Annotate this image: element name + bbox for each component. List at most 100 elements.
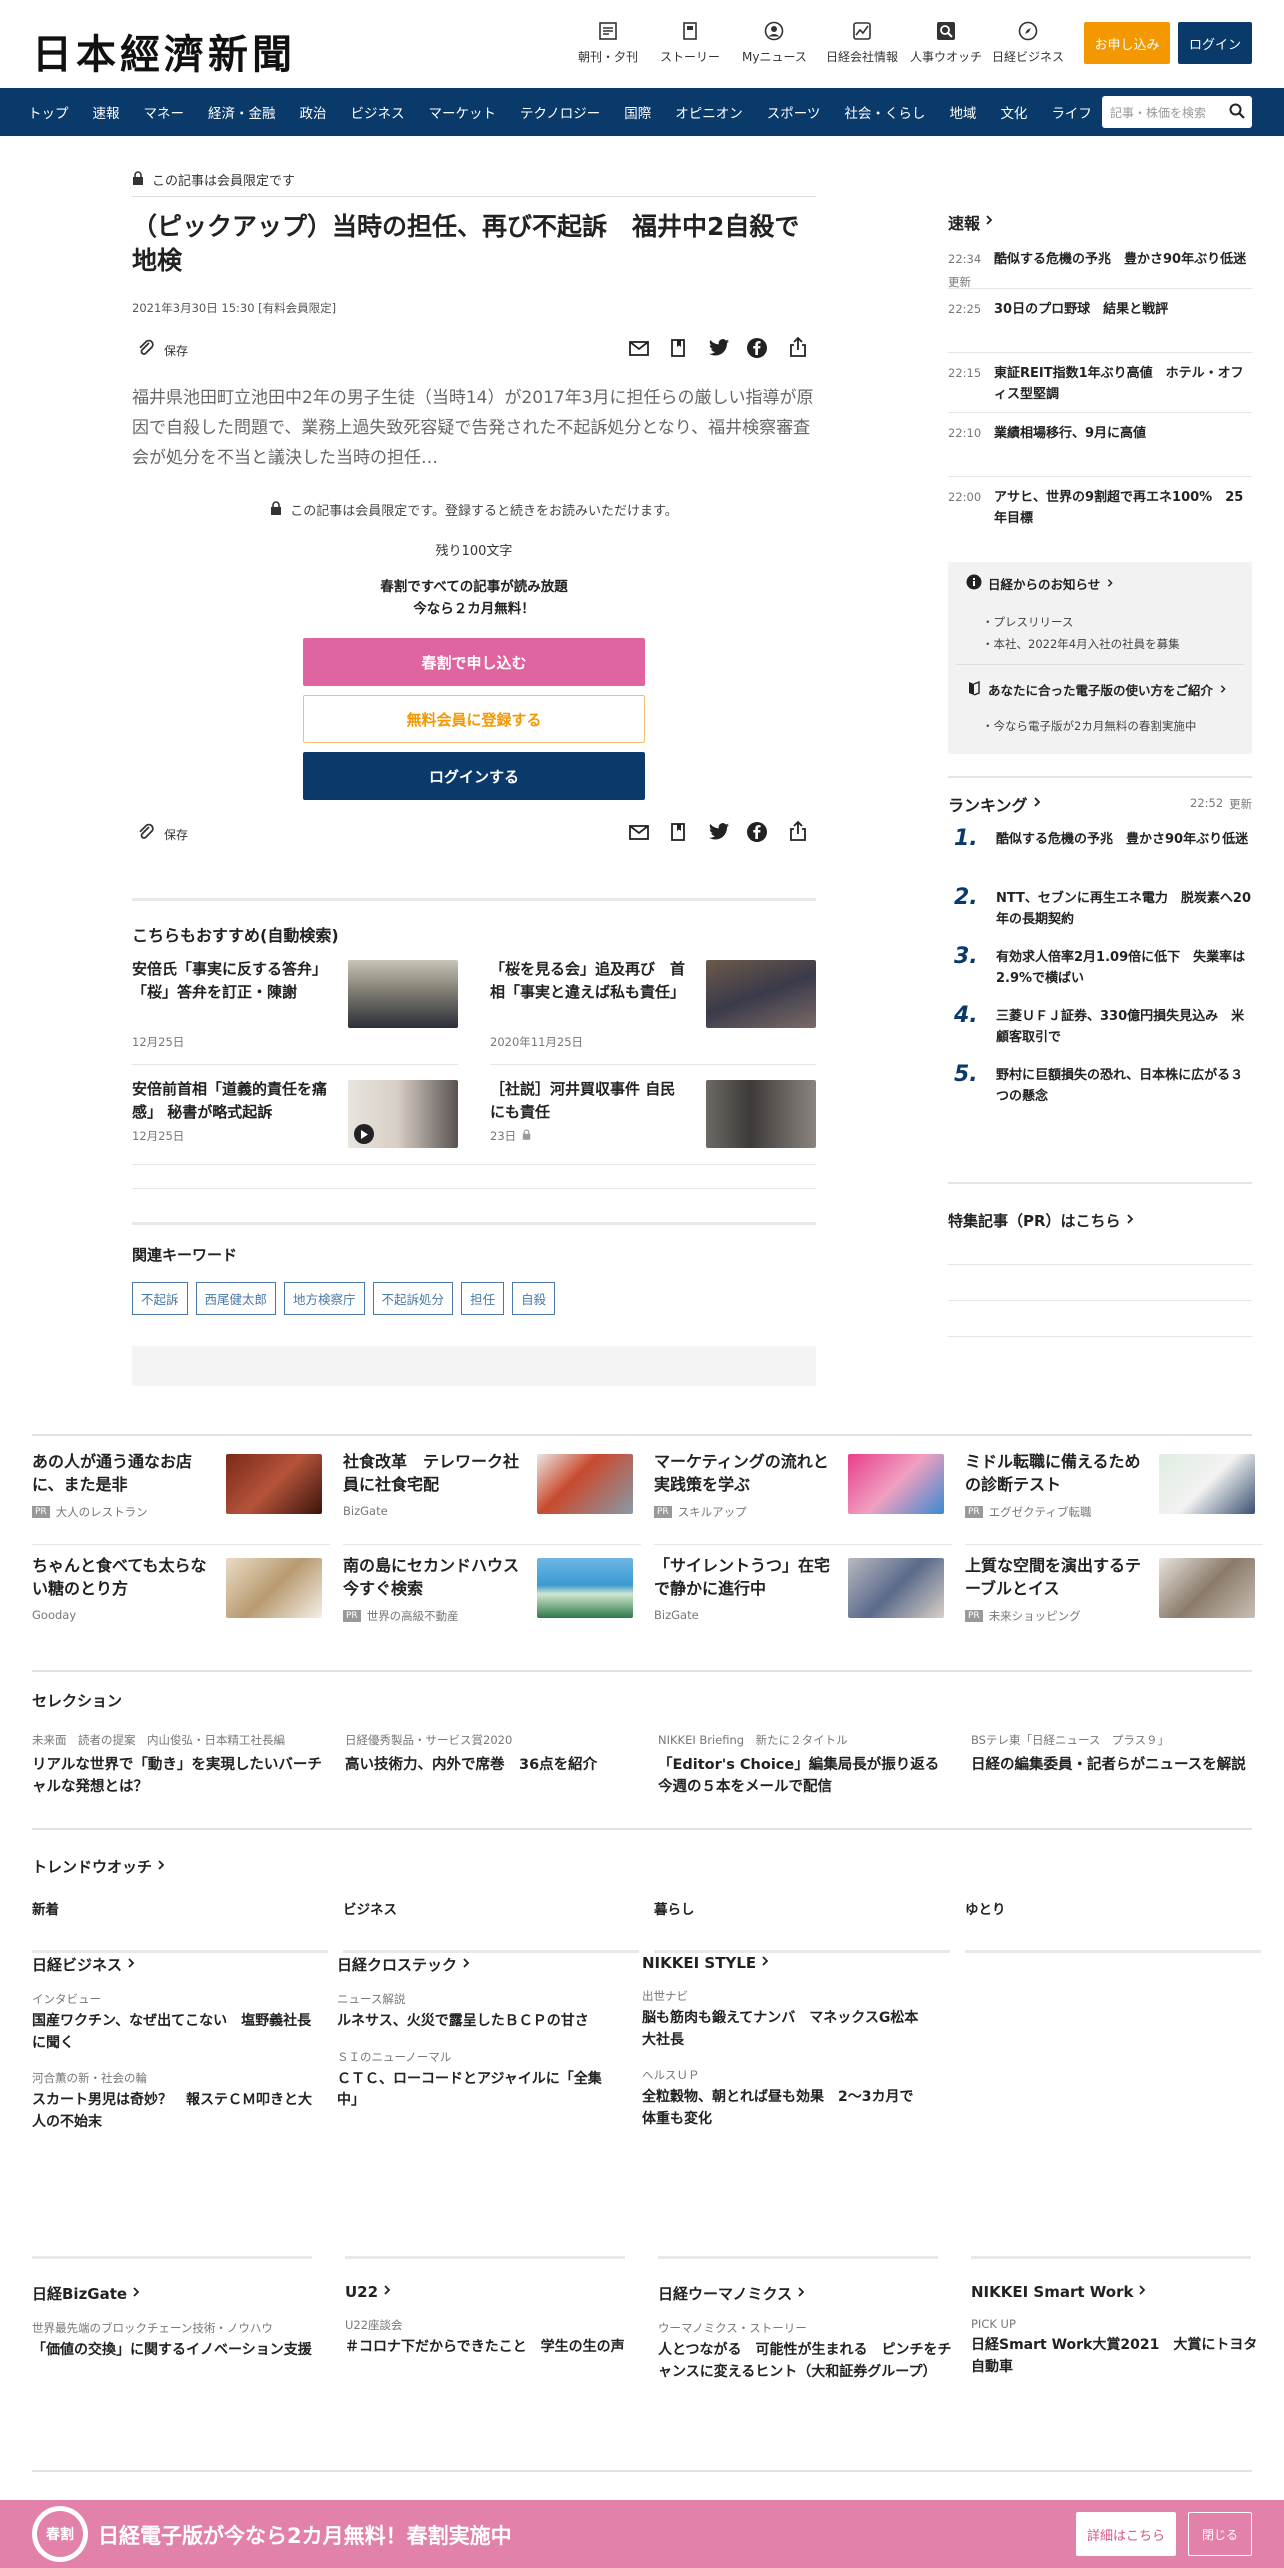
save-button[interactable]: 保存 [136, 338, 188, 362]
nikkei-logo[interactable]: 日本經濟新聞 [32, 22, 296, 80]
nav-personnel[interactable]: 人事ウオッチ [910, 20, 982, 65]
apply-button[interactable]: お申し込み [1084, 22, 1170, 64]
selection-item[interactable]: 日経優秀製品・サービス賞2020 高い技術力、内外で席巻 36点を紹介 [345, 1732, 635, 1776]
search-icon[interactable] [1228, 102, 1246, 123]
recommend-item[interactable]: 安倍氏「事実に反する答弁」「桜」答弁を訂正・陳謝 12月25日 [132, 958, 458, 1054]
feature-pr-heading[interactable]: 特集記事（PR）はこちら [948, 1210, 1135, 1231]
mail-icon[interactable] [628, 338, 650, 362]
share-icon[interactable] [788, 336, 808, 362]
media-item[interactable]: U22座談会 ＃コロナ下だからできたこと 学生の生の声 [345, 2317, 641, 2359]
media-section: 日経ビジネスインタビュー 国産ワクチン、なぜ出てこない 塩野義社長に聞く 河合薫の新… [32, 1954, 1252, 2194]
media-item[interactable]: ＳＩのニューノーマル ＣＴＣ、ローコードとアジャイルに「全集中」 [337, 2049, 617, 2112]
ad-item[interactable]: 社食改革 テレワーク社員に社食宅配 BizGate [343, 1450, 641, 1545]
nav-nikkei-business[interactable]: 日経ビジネス [992, 20, 1064, 65]
ranking-heading[interactable]: ランキング [948, 792, 1042, 816]
share-icon[interactable] [788, 820, 808, 846]
keyword-tag[interactable]: 地方検察庁 [284, 1282, 365, 1315]
free-register-button[interactable]: 無料会員に登録する [303, 695, 645, 743]
selection-item[interactable]: NIKKEI Briefing 新たに２タイトル 「Editor's Choice… [658, 1732, 948, 1799]
keyword-tag[interactable]: 西尾健太郎 [195, 1282, 277, 1315]
media-heading[interactable]: NIKKEI Smart Work [971, 2283, 1267, 2301]
media-item[interactable]: 河合薫の新・社会の輪 スカート男児は奇妙？ 報ステＣＭ叩きと大人の不始末 [32, 2070, 312, 2133]
global-nav-item[interactable]: オピニオン [663, 102, 755, 122]
ad-item[interactable]: ちゃんと食べても太らない糖のとり方 Gooday [32, 1554, 330, 1640]
global-nav-item[interactable]: トップ [16, 102, 81, 122]
flash-news-heading[interactable]: 速報 [948, 210, 994, 234]
global-nav-item[interactable]: ビジネス [339, 102, 417, 122]
facebook-icon[interactable] [746, 821, 768, 847]
global-nav-item[interactable]: ライフ [1039, 102, 1104, 122]
media-item[interactable]: PICK UP 日経Smart Work大賞2021 大賞にトヨタ自動車 [971, 2317, 1267, 2378]
guide-item[interactable]: ・今なら電子版が2カ月無料の春割実施中 [982, 718, 1196, 734]
global-nav-item[interactable]: 文化 [988, 102, 1039, 122]
lock-icon [270, 500, 282, 519]
media-heading[interactable]: 日経クロステック [337, 1954, 617, 1975]
media-item[interactable]: 世界最先端のブロックチェーン技術・ノウハウ 「価値の交換」に関するイノベーション支… [32, 2320, 328, 2362]
ad-item[interactable]: マーケティングの流れと実践策を学ぶ PR スキルアップ [654, 1450, 952, 1545]
nav-company-info[interactable]: 日経会社情報 [826, 20, 898, 65]
notice-heading[interactable]: 日経からのお知らせ [966, 574, 1114, 593]
media-heading[interactable]: NIKKEI STYLE [642, 1954, 922, 1972]
spring-subscribe-button[interactable]: 春割で申し込む [303, 638, 645, 686]
global-nav-item[interactable]: テクノロジー [508, 102, 612, 122]
global-nav-item[interactable]: 速報 [81, 102, 132, 122]
media-heading[interactable]: 日経BizGate [32, 2283, 328, 2304]
notice-item[interactable]: ・本社、2022年4月入社の社員を募集 [982, 634, 1180, 656]
media-heading[interactable]: 日経ビジネス [32, 1954, 312, 1975]
twitter-icon[interactable] [708, 338, 730, 362]
twitter-icon[interactable] [708, 822, 730, 846]
login-button[interactable]: ログイン [1178, 22, 1252, 64]
keyword-tag[interactable]: 不起訴 [132, 1282, 188, 1315]
ad-item[interactable]: 「サイレントうつ」在宅で静かに進行中 BizGate [654, 1554, 952, 1640]
search-input[interactable]: 記事・株価を検索 [1102, 96, 1252, 128]
global-nav-item[interactable]: 政治 [288, 102, 339, 122]
global-nav-item[interactable]: マーケット [417, 102, 509, 122]
spring-promo-banner[interactable]: 春割 日経電子版が今なら2カ月無料！春割実施中 詳細はこちら 閉じる [0, 2500, 1284, 2568]
media-item[interactable]: ニュース解説 ルネサス、火災で露呈したＢＣＰの甘さ [337, 1991, 617, 2033]
global-nav-item[interactable]: 地域 [937, 102, 988, 122]
recommend-item[interactable]: 安倍前首相「道義的責任を痛感」 秘書が略式起訴 12月25日 [132, 1078, 458, 1150]
media-item[interactable]: 出世ナビ 脳も筋肉も鍛えてナンバ マネックスG松本大社長 [642, 1988, 922, 2051]
nav-label: ストーリー [660, 50, 721, 64]
save-button[interactable]: 保存 [136, 822, 188, 846]
media-heading[interactable]: 日経ウーマノミクス [658, 2283, 954, 2304]
ad-item[interactable]: ミドル転職に備えるための診断テスト PR エグゼクティブ転職 [965, 1450, 1263, 1545]
global-nav-item[interactable]: 国際 [612, 102, 663, 122]
trend-heading[interactable]: トレンドウオッチ [32, 1856, 166, 1877]
trend-tab[interactable]: ビジネス [343, 1898, 639, 1953]
media-item[interactable]: ウーマノミクス・ストーリー 人とつながる 可能性が生まれる ピンチをチャンスに変え… [658, 2320, 954, 2383]
banner-close-button[interactable]: 閉じる [1188, 2512, 1252, 2556]
trend-tab[interactable]: 新着 [32, 1898, 328, 1953]
global-nav-item[interactable]: 社会・くらし [832, 102, 937, 122]
newspaper-icon [597, 20, 619, 42]
mail-icon[interactable] [628, 822, 650, 846]
banner-detail-button[interactable]: 詳細はこちら [1076, 2512, 1176, 2556]
bookmark-icon[interactable] [668, 338, 688, 362]
nav-newspaper[interactable]: 朝刊・夕刊 [578, 20, 638, 65]
selection-item[interactable]: 未来面 読者の提案 内山俊弘・日本精工社長編 リアルな世界で「動き」を実現したいバ… [32, 1732, 322, 1799]
guide-heading[interactable]: あなたに合った電子版の使い方をご紹介 [966, 680, 1227, 699]
bookmark-icon[interactable] [668, 822, 688, 846]
trend-tab[interactable]: 暮らし [654, 1898, 950, 1953]
keyword-tag[interactable]: 担任 [461, 1282, 505, 1315]
trend-tab[interactable]: ゆとり [965, 1898, 1261, 1953]
global-nav-item[interactable]: スポーツ [755, 102, 833, 122]
nav-story[interactable]: ストーリー [660, 20, 720, 65]
login-cta-button[interactable]: ログインする [303, 752, 645, 800]
selection-item[interactable]: BSテレ東「日経ニュース プラス９」 日経の編集委員・記者らがニュースを解説 [971, 1732, 1261, 1776]
nav-mynews[interactable]: Myニュース [742, 20, 807, 65]
ad-item[interactable]: 南の島にセカンドハウス 今すぐ検索 PR 世界の高級不動産 [343, 1554, 641, 1640]
global-nav-item[interactable]: 経済・金融 [196, 102, 288, 122]
keyword-tag[interactable]: 不起訴処分 [372, 1282, 454, 1315]
ad-item[interactable]: 上質な空間を演出するテーブルとイス PR 未来ショッピング [965, 1554, 1263, 1640]
media-item[interactable]: ヘルスＵＰ 全粒穀物、朝とれば昼も効果 2～3カ月で体重も変化 [642, 2067, 922, 2130]
notice-item[interactable]: ・プレスリリース [982, 612, 1180, 634]
recommend-item[interactable]: ［社説］河井買収事件 自民にも責任 23日 [490, 1078, 816, 1150]
recommend-item[interactable]: 「桜を見る会」追及再び 首相「事実と違えば私も責任」 2020年11月25日 [490, 958, 816, 1054]
ad-item[interactable]: あの人が通う通なお店に、また是非 PR 大人のレストラン [32, 1450, 330, 1545]
media-item[interactable]: インタビュー 国産ワクチン、なぜ出てこない 塩野義社長に聞く [32, 1991, 312, 2054]
keyword-tag[interactable]: 自殺 [512, 1282, 556, 1315]
global-nav-item[interactable]: マネー [132, 102, 197, 122]
media-heading[interactable]: U22 [345, 2283, 641, 2301]
facebook-icon[interactable] [746, 337, 768, 363]
